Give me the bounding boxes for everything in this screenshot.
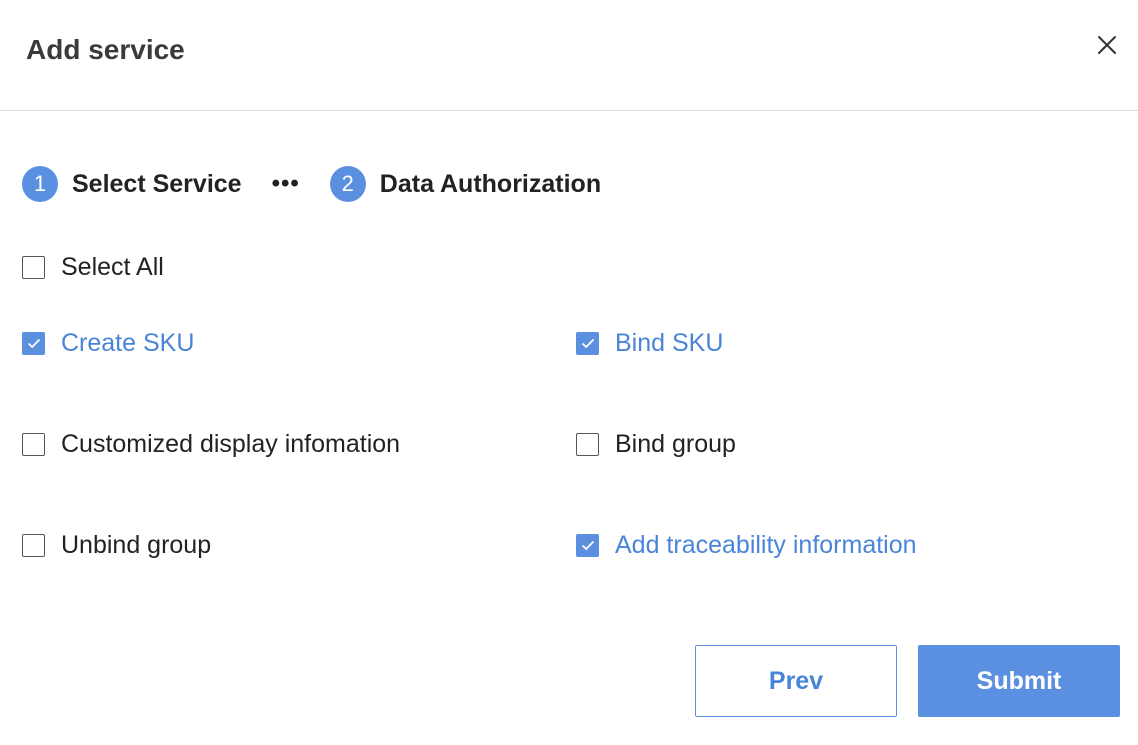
checkbox-box[interactable] bbox=[576, 533, 599, 557]
checkbox-label: Customized display infomation bbox=[61, 430, 401, 458]
stepper: 1 Select Service ••• 2 Data Authorizatio… bbox=[22, 166, 601, 202]
step-select-service: 1 Select Service bbox=[22, 166, 242, 202]
check-icon bbox=[581, 540, 594, 550]
step-number: 1 bbox=[22, 166, 58, 202]
service-checkbox-customized-display[interactable]: Customized display infomation bbox=[22, 429, 400, 459]
submit-button[interactable]: Submit bbox=[918, 645, 1120, 717]
step-label: Data Authorization bbox=[379, 170, 602, 198]
check-icon bbox=[581, 338, 594, 348]
checkbox-label: Unbind group bbox=[61, 531, 212, 559]
checkbox-box[interactable] bbox=[22, 533, 45, 557]
checkbox-box[interactable] bbox=[22, 432, 45, 456]
checkbox-box[interactable] bbox=[22, 255, 45, 279]
step-number: 2 bbox=[329, 166, 366, 202]
checkbox-box[interactable] bbox=[22, 331, 45, 355]
service-checkbox-bind-sku[interactable]: Bind SKU bbox=[576, 328, 723, 358]
check-icon bbox=[27, 338, 40, 348]
service-checkbox-unbind-group[interactable]: Unbind group bbox=[22, 530, 211, 560]
select-all-checkbox[interactable]: Select All bbox=[22, 252, 164, 282]
service-checkbox-create-sku[interactable]: Create SKU bbox=[22, 328, 194, 358]
checkbox-label: Select All bbox=[61, 253, 164, 281]
add-service-dialog: Add service 1 Select Service ••• 2 Data … bbox=[0, 0, 1138, 745]
step-data-authorization: 2 Data Authorization bbox=[329, 166, 602, 202]
step-separator: ••• bbox=[271, 170, 300, 197]
service-checkbox-add-traceability[interactable]: Add traceability information bbox=[576, 530, 917, 560]
checkbox-box[interactable] bbox=[576, 331, 599, 355]
close-icon bbox=[1098, 36, 1116, 54]
checkbox-label: Add traceability information bbox=[615, 531, 917, 559]
checkbox-box[interactable] bbox=[576, 432, 599, 456]
checkbox-label: Bind group bbox=[615, 430, 736, 458]
checkbox-label: Bind SKU bbox=[615, 329, 724, 357]
step-label: Select Service bbox=[72, 170, 242, 198]
prev-button[interactable]: Prev bbox=[695, 645, 897, 717]
dialog-header: Add service bbox=[0, 0, 1138, 111]
service-checkbox-bind-group[interactable]: Bind group bbox=[576, 429, 736, 459]
close-button[interactable] bbox=[1094, 32, 1120, 58]
checkbox-label: Create SKU bbox=[61, 329, 195, 357]
dialog-title: Add service bbox=[26, 34, 185, 65]
